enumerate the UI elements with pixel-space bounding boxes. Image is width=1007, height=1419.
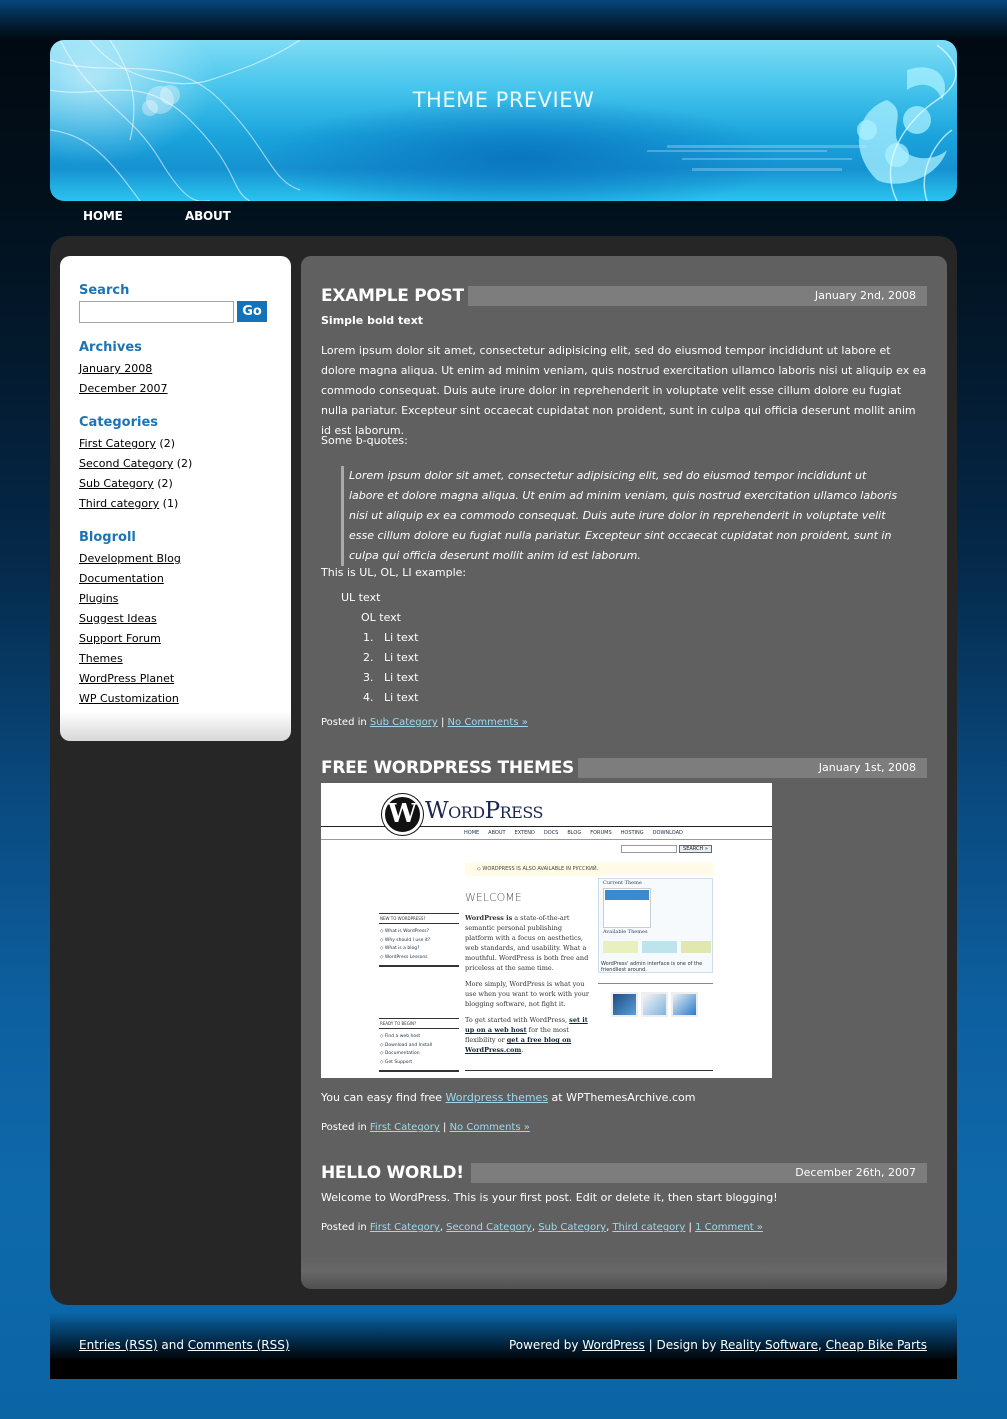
site-footer: Entries (RSS) and Comments (RSS) Powered… xyxy=(50,1313,957,1379)
category-link[interactable]: Second Category xyxy=(446,1222,532,1233)
blogroll-heading: Blogroll xyxy=(79,530,136,545)
category-link[interactable]: Second Category xyxy=(79,457,173,470)
category-item: First Category (2) xyxy=(79,437,175,450)
meta-separator: | xyxy=(443,1122,447,1133)
cheap-bike-parts-link[interactable]: Cheap Bike Parts xyxy=(826,1338,927,1352)
archive-link[interactable]: December 2007 xyxy=(79,382,168,395)
category-item: Third category (1) xyxy=(79,497,178,510)
list-item: 1. Li text xyxy=(363,631,418,644)
posted-in-label: Posted in xyxy=(321,1122,367,1133)
category-link[interactable]: Sub Category xyxy=(538,1222,606,1233)
wordpress-logo-text: WordPress xyxy=(425,798,543,824)
categories-heading: Categories xyxy=(79,415,159,430)
post-list-intro: This is UL, OL, LI example: xyxy=(321,566,467,579)
nav-about[interactable]: ABOUT xyxy=(185,209,231,223)
category-count: (1) xyxy=(162,497,179,510)
category-link[interactable]: Third category xyxy=(79,497,159,510)
category-link[interactable]: Sub Category xyxy=(79,477,154,490)
posted-in-label: Posted in xyxy=(321,1222,367,1233)
blogroll-link[interactable]: Support Forum xyxy=(79,632,161,645)
list-item-text: Li text xyxy=(384,651,419,664)
site-title[interactable]: THEME PREVIEW xyxy=(50,88,957,112)
archives-heading: Archives xyxy=(79,340,142,355)
wordpress-logo-icon: W xyxy=(382,794,423,835)
post-paragraph: Welcome to WordPress. This is your first… xyxy=(321,1191,778,1204)
footer-rss: Entries (RSS) and Comments (RSS) xyxy=(79,1338,290,1352)
archive-item: December 2007 xyxy=(79,382,168,395)
category-link[interactable]: Third category xyxy=(612,1222,685,1233)
posted-in-label: Posted in xyxy=(321,717,367,728)
blogroll-link[interactable]: Themes xyxy=(79,652,123,665)
category-item: Second Category (2) xyxy=(79,457,192,470)
wordpress-screenshot-image: W WordPress HOME ABOUT EXTEND DOCS BLOG FORUM… xyxy=(321,783,772,1078)
post-title[interactable]: HELLO WORLD! xyxy=(321,1163,464,1183)
meta-separator: | xyxy=(440,717,445,728)
list-item-text: Li text xyxy=(384,631,419,644)
entries-rss-link[interactable]: Entries (RSS) xyxy=(79,1338,158,1352)
post-meta: Posted in Sub Category | No Comments » xyxy=(321,713,927,733)
ol-text: OL text xyxy=(361,611,401,624)
post-bold-text: Simple bold text xyxy=(321,314,424,327)
decorative-swirl-left xyxy=(50,40,310,201)
post-date: December 26th, 2007 xyxy=(471,1163,927,1183)
post-date: January 2nd, 2008 xyxy=(468,286,927,306)
search-input[interactable] xyxy=(79,301,234,323)
category-link[interactable]: First Category xyxy=(79,437,156,450)
list-item: 4. Li text xyxy=(363,691,418,704)
category-item: Sub Category (2) xyxy=(79,477,173,490)
blogroll-link[interactable]: Plugins xyxy=(79,592,118,605)
post-bquote-intro: Some b-quotes: xyxy=(321,434,408,447)
wordpress-link[interactable]: WordPress xyxy=(582,1338,644,1352)
blogroll-link[interactable]: WP Customization xyxy=(79,692,179,705)
content-area: EXAMPLE POST January 2nd, 2008 Simple bo… xyxy=(301,256,947,1289)
wordpress-themes-link[interactable]: Wordpress themes xyxy=(446,1091,549,1104)
decorative-floral-right xyxy=(637,40,957,201)
post-date: January 1st, 2008 xyxy=(578,758,927,778)
archive-link[interactable]: January 2008 xyxy=(79,362,152,375)
list-item-text: Li text xyxy=(384,671,419,684)
nav-home[interactable]: HOME xyxy=(83,209,123,223)
search-go-button[interactable]: Go xyxy=(237,301,267,322)
blogroll-link[interactable]: Development Blog xyxy=(79,552,181,565)
reality-software-link[interactable]: Reality Software xyxy=(720,1338,818,1352)
category-link[interactable]: Sub Category xyxy=(370,717,438,728)
blogroll-link[interactable]: WordPress Planet xyxy=(79,672,174,685)
archive-item: January 2008 xyxy=(79,362,152,375)
blogroll-link[interactable]: Suggest Ideas xyxy=(79,612,157,625)
category-count: (2) xyxy=(157,477,173,490)
ul-text: UL text xyxy=(341,591,381,604)
comments-link[interactable]: No Comments » xyxy=(448,717,528,728)
post-title[interactable]: EXAMPLE POST xyxy=(321,286,464,306)
meta-separator: | xyxy=(688,1222,692,1233)
category-count: (2) xyxy=(176,457,193,470)
list-item: 3. Li text xyxy=(363,671,418,684)
search-heading: Search xyxy=(79,283,130,298)
comments-link[interactable]: 1 Comment » xyxy=(695,1222,763,1233)
footer-credits: Powered by WordPress | Design by Reality… xyxy=(508,1338,927,1352)
comments-rss-link[interactable]: Comments (RSS) xyxy=(188,1338,290,1352)
post-meta: Posted in First Category | No Comments » xyxy=(321,1118,927,1138)
list-number: 4. xyxy=(363,691,374,704)
site-header-banner: THEME PREVIEW xyxy=(50,40,957,201)
list-item: 2. Li text xyxy=(363,651,418,664)
post-text: You can easy find free Wordpress themes … xyxy=(321,1091,696,1104)
post-title[interactable]: FREE WORDPRESS THEMES xyxy=(321,758,574,778)
post-meta: Posted in First Category, Second Categor… xyxy=(321,1222,763,1233)
sidebar: Search Go Archives January 2008 December… xyxy=(60,256,291,741)
blogroll-link[interactable]: Documentation xyxy=(79,572,164,585)
list-item-text: Li text xyxy=(384,691,419,704)
post-blockquote: Lorem ipsum dolor sit amet, consectetur … xyxy=(341,466,901,566)
list-number: 1. xyxy=(363,631,374,644)
category-link[interactable]: First Category xyxy=(370,1122,440,1133)
main-nav: HOME ABOUT xyxy=(50,207,957,227)
list-number: 2. xyxy=(363,651,374,664)
post-paragraph: Lorem ipsum dolor sit amet, consectetur … xyxy=(321,344,927,437)
comments-link[interactable]: No Comments » xyxy=(450,1122,530,1133)
wp-nav: HOME ABOUT EXTEND DOCS BLOG FORUMS HOSTING DOWN… xyxy=(464,830,683,836)
list-number: 3. xyxy=(363,671,374,684)
category-link[interactable]: First Category xyxy=(370,1222,440,1233)
category-count: (2) xyxy=(159,437,175,450)
